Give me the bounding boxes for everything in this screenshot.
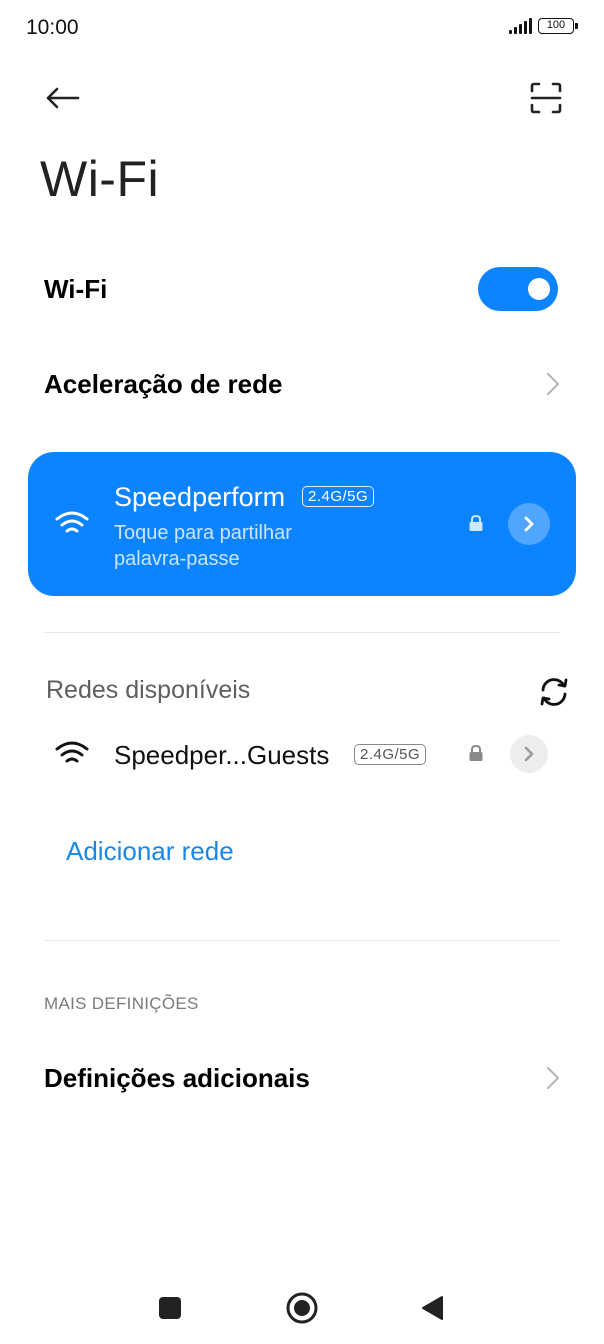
wifi-icon xyxy=(55,741,89,763)
lock-icon xyxy=(469,744,483,761)
divider xyxy=(44,632,560,633)
refresh-icon xyxy=(540,678,568,706)
refresh-button[interactable] xyxy=(536,674,572,710)
wifi-toggle-label: Wi-Fi xyxy=(44,273,108,304)
chevron-right-icon xyxy=(547,1067,559,1089)
qr-scan-icon xyxy=(530,82,562,114)
available-networks-header: Redes disponíveis xyxy=(46,676,251,704)
battery-level: 100 xyxy=(546,19,566,31)
add-network-link[interactable]: Adicionar rede xyxy=(66,836,234,867)
back-button[interactable] xyxy=(40,76,84,120)
connected-network-card[interactable]: Speedperform 2.4G/5G Toque para partilha… xyxy=(28,452,576,596)
network-acceleration-label: Aceleração de rede xyxy=(44,368,283,399)
network-acceleration-row[interactable]: Aceleração de rede xyxy=(0,362,604,406)
recents-button[interactable] xyxy=(148,1286,192,1330)
signal-icon xyxy=(509,18,532,34)
band-badge: 2.4G/5G xyxy=(302,486,375,507)
share-password-hint: Toque para partilhar palavra-passe xyxy=(114,522,292,570)
additional-settings-row[interactable]: Definições adicionais xyxy=(0,1056,604,1100)
status-icons: 100 xyxy=(509,18,578,34)
qr-scan-button[interactable] xyxy=(524,76,568,120)
network-details-button[interactable] xyxy=(510,735,548,773)
status-bar: 10:00 100 xyxy=(0,0,604,58)
lock-icon xyxy=(469,514,483,531)
network-ssid: Speedper...Guests xyxy=(114,740,330,770)
nav-back-button[interactable] xyxy=(410,1286,454,1330)
band-badge: 2.4G/5G xyxy=(354,744,427,765)
triangle-back-icon xyxy=(422,1296,443,1320)
wifi-toggle-switch[interactable] xyxy=(478,267,558,311)
network-details-button[interactable] xyxy=(508,503,550,545)
status-time: 10:00 xyxy=(26,16,79,39)
top-bar xyxy=(0,72,604,122)
chevron-right-icon xyxy=(524,746,534,762)
battery-icon: 100 xyxy=(538,18,578,34)
network-list-item[interactable]: Speedper...Guests 2.4G/5G xyxy=(0,724,604,784)
additional-settings-label: Definições adicionais xyxy=(44,1062,310,1093)
wifi-icon xyxy=(55,511,89,533)
page-title: Wi-Fi xyxy=(40,151,160,207)
system-nav-bar xyxy=(0,1276,604,1336)
wifi-toggle-row[interactable]: Wi-Fi xyxy=(0,266,604,312)
square-recents-icon xyxy=(159,1297,181,1319)
divider xyxy=(44,940,560,941)
home-button[interactable] xyxy=(280,1286,324,1330)
more-settings-caption: MAIS DEFINIÇÕES xyxy=(44,994,199,1013)
circle-home-icon xyxy=(286,1292,318,1324)
chevron-right-icon xyxy=(547,373,559,395)
chevron-right-icon xyxy=(524,516,534,532)
arrow-left-icon xyxy=(46,87,80,109)
connected-ssid: Speedperform xyxy=(114,482,286,512)
toggle-knob xyxy=(528,278,550,300)
